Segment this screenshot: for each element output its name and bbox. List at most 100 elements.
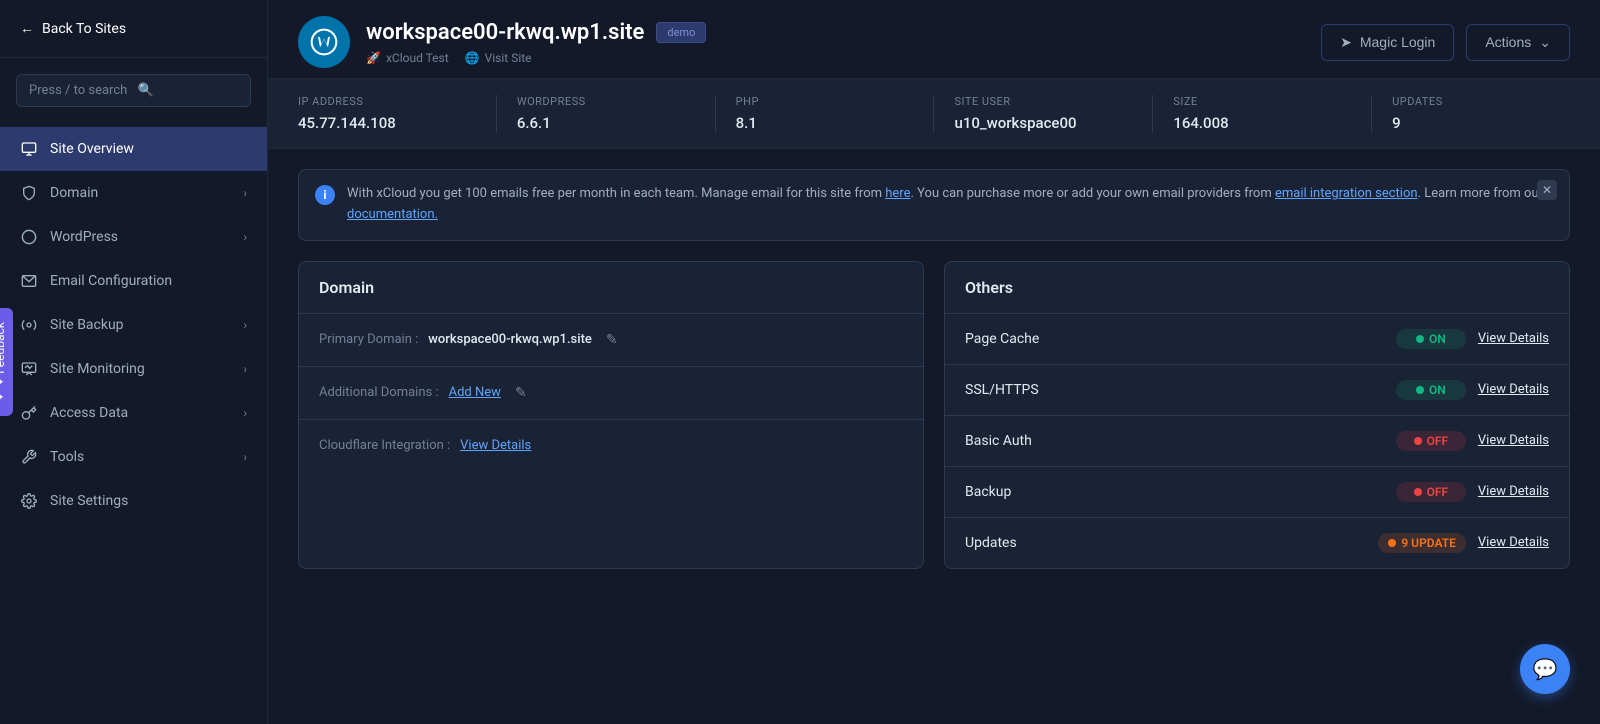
search-bar[interactable]: Press / to search 🔍 — [16, 74, 251, 107]
backup-view-details[interactable]: View Details — [1478, 484, 1549, 499]
stats-bar: IP ADDRESS 45.77.144.108 WORDPRESS 6.6.1… — [268, 79, 1600, 149]
site-title-group: workspace00-rkwq.wp1.site demo 🚀 xCloud … — [366, 20, 1321, 65]
ssl-status-text: ON — [1429, 383, 1446, 397]
feedback-icon: ✦ — [0, 392, 7, 402]
add-new-domain-link[interactable]: Add New — [449, 385, 501, 400]
stat-size-label: SIZE — [1173, 95, 1351, 108]
basic-auth-view-details[interactable]: View Details — [1478, 433, 1549, 448]
stat-ip-label: IP ADDRESS — [298, 95, 476, 108]
sidebar-item-tools[interactable]: Tools › — [0, 435, 267, 479]
rocket-icon: 🚀 — [366, 51, 381, 65]
demo-badge: demo — [656, 22, 706, 43]
stat-updates-label: UPDATES — [1392, 95, 1570, 108]
stat-wordpress: WORDPRESS 6.6.1 — [497, 95, 716, 132]
additional-domains-edit-icon[interactable]: ✎ — [515, 385, 527, 401]
stat-site-user: SITE USER u10_workspace00 — [934, 95, 1153, 132]
magic-login-button[interactable]: ➤ Magic Login — [1321, 24, 1454, 61]
site-logo — [298, 16, 350, 68]
primary-domain-label: Primary Domain : — [319, 332, 418, 347]
sidebar-item-access-data-label: Access Data — [50, 405, 128, 421]
back-to-sites-button[interactable]: ← Back To Sites — [0, 0, 267, 58]
documentation-link[interactable]: documentation. — [347, 207, 438, 222]
sidebar-item-tools-label: Tools — [50, 449, 84, 465]
xcloud-test-link[interactable]: 🚀 xCloud Test — [366, 51, 449, 65]
sidebar-item-domain[interactable]: Domain › — [0, 171, 267, 215]
back-label: Back To Sites — [42, 21, 126, 37]
site-header: workspace00-rkwq.wp1.site demo 🚀 xCloud … — [268, 0, 1600, 79]
sidebar-item-site-settings[interactable]: Site Settings — [0, 479, 267, 523]
basic-auth-label: Basic Auth — [965, 433, 1384, 449]
email-integration-link[interactable]: email integration section — [1275, 186, 1418, 201]
stat-user-value: u10_workspace00 — [954, 114, 1132, 132]
stat-wp-value: 6.6.1 — [517, 114, 695, 132]
sidebar-item-wordpress-label: WordPress — [50, 229, 118, 245]
app-wrapper: ← Back To Sites Press / to search 🔍 Site… — [0, 0, 1600, 724]
chevron-right-icon: › — [243, 230, 247, 244]
others-card: Others Page Cache ON View Details SSL/HT… — [944, 261, 1570, 569]
backup-status-text: OFF — [1427, 485, 1448, 499]
chevron-right-icon: › — [243, 406, 247, 420]
primary-domain-value: workspace00-rkwq.wp1.site — [428, 332, 592, 347]
others-row-ssl: SSL/HTTPS ON View Details — [945, 365, 1569, 416]
monitor-icon — [20, 140, 38, 158]
stat-ip-value: 45.77.144.108 — [298, 114, 476, 132]
backup-label: Backup — [965, 484, 1384, 500]
sidebar-item-site-monitoring[interactable]: Site Monitoring › — [0, 347, 267, 391]
sidebar-item-email-config[interactable]: Email Configuration — [0, 259, 267, 303]
updates-label: Updates — [965, 535, 1366, 551]
stat-wp-label: WORDPRESS — [517, 95, 695, 108]
visit-site-label: Visit Site — [485, 51, 532, 65]
primary-domain-edit-icon[interactable]: ✎ — [606, 332, 618, 348]
others-row-updates: Updates 9 UPDATE View Details — [945, 518, 1569, 568]
visit-site-link[interactable]: 🌐 Visit Site — [465, 51, 532, 65]
cloudflare-integration-row: Cloudflare Integration : View Details — [299, 420, 923, 471]
tools-icon — [20, 448, 38, 466]
updates-status: 9 UPDATE — [1378, 533, 1466, 553]
sidebar-item-site-backup-label: Site Backup — [50, 317, 124, 333]
basic-auth-status: OFF — [1396, 431, 1466, 451]
feedback-label: ✦ Feedback — [0, 322, 7, 387]
login-icon: ➤ — [1340, 34, 1352, 51]
sidebar-item-domain-label: Domain — [50, 185, 98, 201]
stat-php: PHP 8.1 — [716, 95, 935, 132]
info-close-button[interactable]: ✕ — [1537, 180, 1557, 200]
chevron-right-icon: › — [243, 186, 247, 200]
stat-ip-address: IP ADDRESS 45.77.144.108 — [298, 95, 497, 132]
page-cache-view-details[interactable]: View Details — [1478, 331, 1549, 346]
cloudflare-label: Cloudflare Integration : — [319, 438, 450, 453]
cloudflare-view-details-link[interactable]: View Details — [460, 438, 531, 453]
others-row-basic-auth: Basic Auth OFF View Details — [945, 416, 1569, 467]
ssl-dot — [1416, 386, 1424, 394]
updates-view-details[interactable]: View Details — [1478, 535, 1549, 550]
others-row-page-cache: Page Cache ON View Details — [945, 314, 1569, 365]
stat-updates-value: 9 — [1392, 114, 1570, 132]
sidebar-item-site-overview[interactable]: Site Overview — [0, 127, 267, 171]
sidebar-item-wordpress[interactable]: WordPress › — [0, 215, 267, 259]
actions-label: Actions — [1485, 34, 1531, 50]
feedback-tab[interactable]: ✦ ✦ Feedback — [0, 308, 13, 416]
additional-domains-label: Additional Domains : — [319, 385, 439, 400]
sidebar-item-access-data[interactable]: Access Data › — [0, 391, 267, 435]
updates-status-text: 9 UPDATE — [1401, 536, 1456, 550]
primary-domain-row: Primary Domain : workspace00-rkwq.wp1.si… — [299, 314, 923, 367]
sidebar-item-site-backup[interactable]: Site Backup › — [0, 303, 267, 347]
backup-status: OFF — [1396, 482, 1466, 502]
search-placeholder: Press / to search — [29, 83, 130, 98]
basic-auth-dot — [1414, 437, 1422, 445]
ssl-view-details[interactable]: View Details — [1478, 382, 1549, 397]
main-content: workspace00-rkwq.wp1.site demo 🚀 xCloud … — [268, 0, 1600, 724]
chevron-down-icon: ⌄ — [1539, 34, 1551, 51]
globe-icon: 🌐 — [465, 51, 480, 65]
here-link[interactable]: here — [885, 186, 910, 201]
info-banner: i With xCloud you get 100 emails free pe… — [298, 169, 1570, 241]
chevron-right-icon: › — [243, 318, 247, 332]
sidebar-nav: Site Overview Domain › WordPress › — [0, 123, 267, 527]
basic-auth-status-text: OFF — [1427, 434, 1448, 448]
site-links: 🚀 xCloud Test 🌐 Visit Site — [366, 51, 1321, 65]
actions-button[interactable]: Actions ⌄ — [1466, 24, 1570, 61]
chevron-right-icon: › — [243, 362, 247, 376]
chat-bubble[interactable]: 💬 — [1520, 644, 1570, 694]
backup-icon — [20, 316, 38, 334]
info-icon: i — [315, 185, 335, 205]
wordpress-icon — [20, 228, 38, 246]
